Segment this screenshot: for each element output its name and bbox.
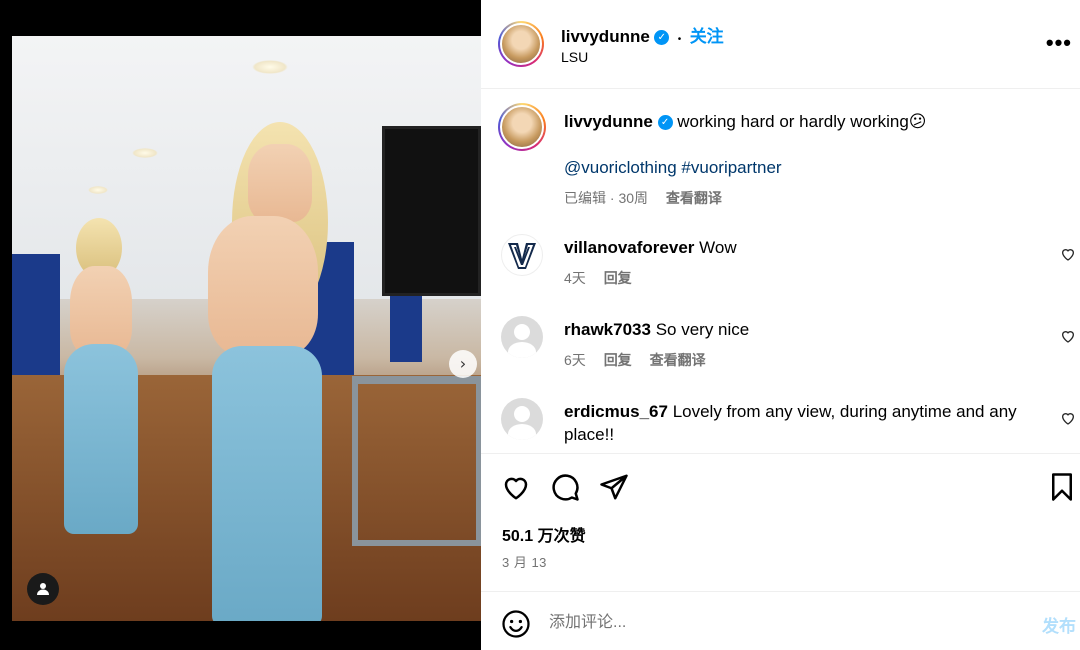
villanova-logo-icon xyxy=(508,243,536,269)
share-icon[interactable] xyxy=(599,472,629,502)
commenter-username[interactable]: villanovaforever xyxy=(564,238,694,257)
commenter-avatar[interactable] xyxy=(501,316,543,358)
comment-item: villanovaforever Wow 4天 回复 xyxy=(481,230,1080,310)
caption: livvydunne ✓ working hard or hardly work… xyxy=(481,90,1080,220)
tagged-users-button[interactable] xyxy=(27,573,59,605)
caption-author[interactable]: livvydunne xyxy=(564,112,653,131)
post-header: livvydunne ✓ • 关注 LSU ••• xyxy=(481,0,1080,89)
add-comment-bar: 发布 xyxy=(481,591,1080,650)
comment-time: 4天 xyxy=(564,270,586,286)
author-avatar[interactable] xyxy=(498,21,544,67)
like-count[interactable]: 50.1 万次赞 xyxy=(502,522,586,546)
comment-input[interactable] xyxy=(549,608,989,638)
emoji-icon[interactable] xyxy=(501,609,531,639)
chevron-right-icon: › xyxy=(459,354,467,373)
post-location[interactable]: LSU xyxy=(561,49,588,65)
author-username[interactable]: livvydunne xyxy=(561,27,650,46)
commenter-username[interactable]: rhawk7033 xyxy=(564,320,651,339)
more-options-button[interactable]: ••• xyxy=(1046,30,1072,56)
comment-time: 6天 xyxy=(564,352,586,368)
commenter-avatar[interactable] xyxy=(501,398,543,440)
see-translation-button[interactable]: 查看翻译 xyxy=(666,190,722,206)
post-actions: 50.1 万次赞 3 月 13 xyxy=(481,453,1080,591)
bookmark-icon[interactable] xyxy=(1047,472,1077,502)
caption-tags[interactable]: @vuoriclothing #vuoripartner xyxy=(564,156,1034,179)
separator-dot: • xyxy=(677,34,682,45)
heart-icon[interactable] xyxy=(1060,410,1076,426)
heart-icon[interactable] xyxy=(1060,246,1076,262)
verified-icon: ✓ xyxy=(657,115,673,131)
caption-edited-time: 已编辑 · 30周 xyxy=(564,190,649,206)
user-tag-icon xyxy=(37,583,49,595)
post-date: 3 月 13 xyxy=(502,555,547,570)
commenter-avatar[interactable] xyxy=(501,234,543,276)
caption-author-avatar[interactable] xyxy=(498,103,546,151)
caption-text: working hard or hardly working😕 xyxy=(677,112,927,131)
comment-icon[interactable] xyxy=(550,472,580,502)
post-image[interactable]: › xyxy=(12,36,481,621)
comments-list: livvydunne ✓ working hard or hardly work… xyxy=(481,90,1080,453)
comment-item: rhawk7033 So very nice 6天 回复 查看翻译 xyxy=(481,312,1080,392)
heart-icon[interactable] xyxy=(501,472,531,502)
reply-button[interactable]: 回复 xyxy=(604,270,632,286)
heart-icon[interactable] xyxy=(1060,328,1076,344)
media-panel: › xyxy=(0,0,481,650)
post-comment-button[interactable]: 发布 xyxy=(1042,612,1076,637)
comment-text: So very nice xyxy=(655,320,750,339)
verified-icon: ✓ xyxy=(654,30,670,46)
carousel-next-button[interactable]: › xyxy=(449,350,477,378)
follow-button[interactable]: 关注 xyxy=(690,27,724,46)
post-details-panel: livvydunne ✓ • 关注 LSU ••• livvydunne ✓ w… xyxy=(481,0,1080,650)
commenter-username[interactable]: erdicmus_67 xyxy=(564,402,668,421)
comment-item: erdicmus_67 Lovely from any view, during… xyxy=(481,394,1080,453)
comment-text: Wow xyxy=(699,238,737,257)
reply-button[interactable]: 回复 xyxy=(604,352,632,368)
see-translation-button[interactable]: 查看翻译 xyxy=(650,352,706,368)
